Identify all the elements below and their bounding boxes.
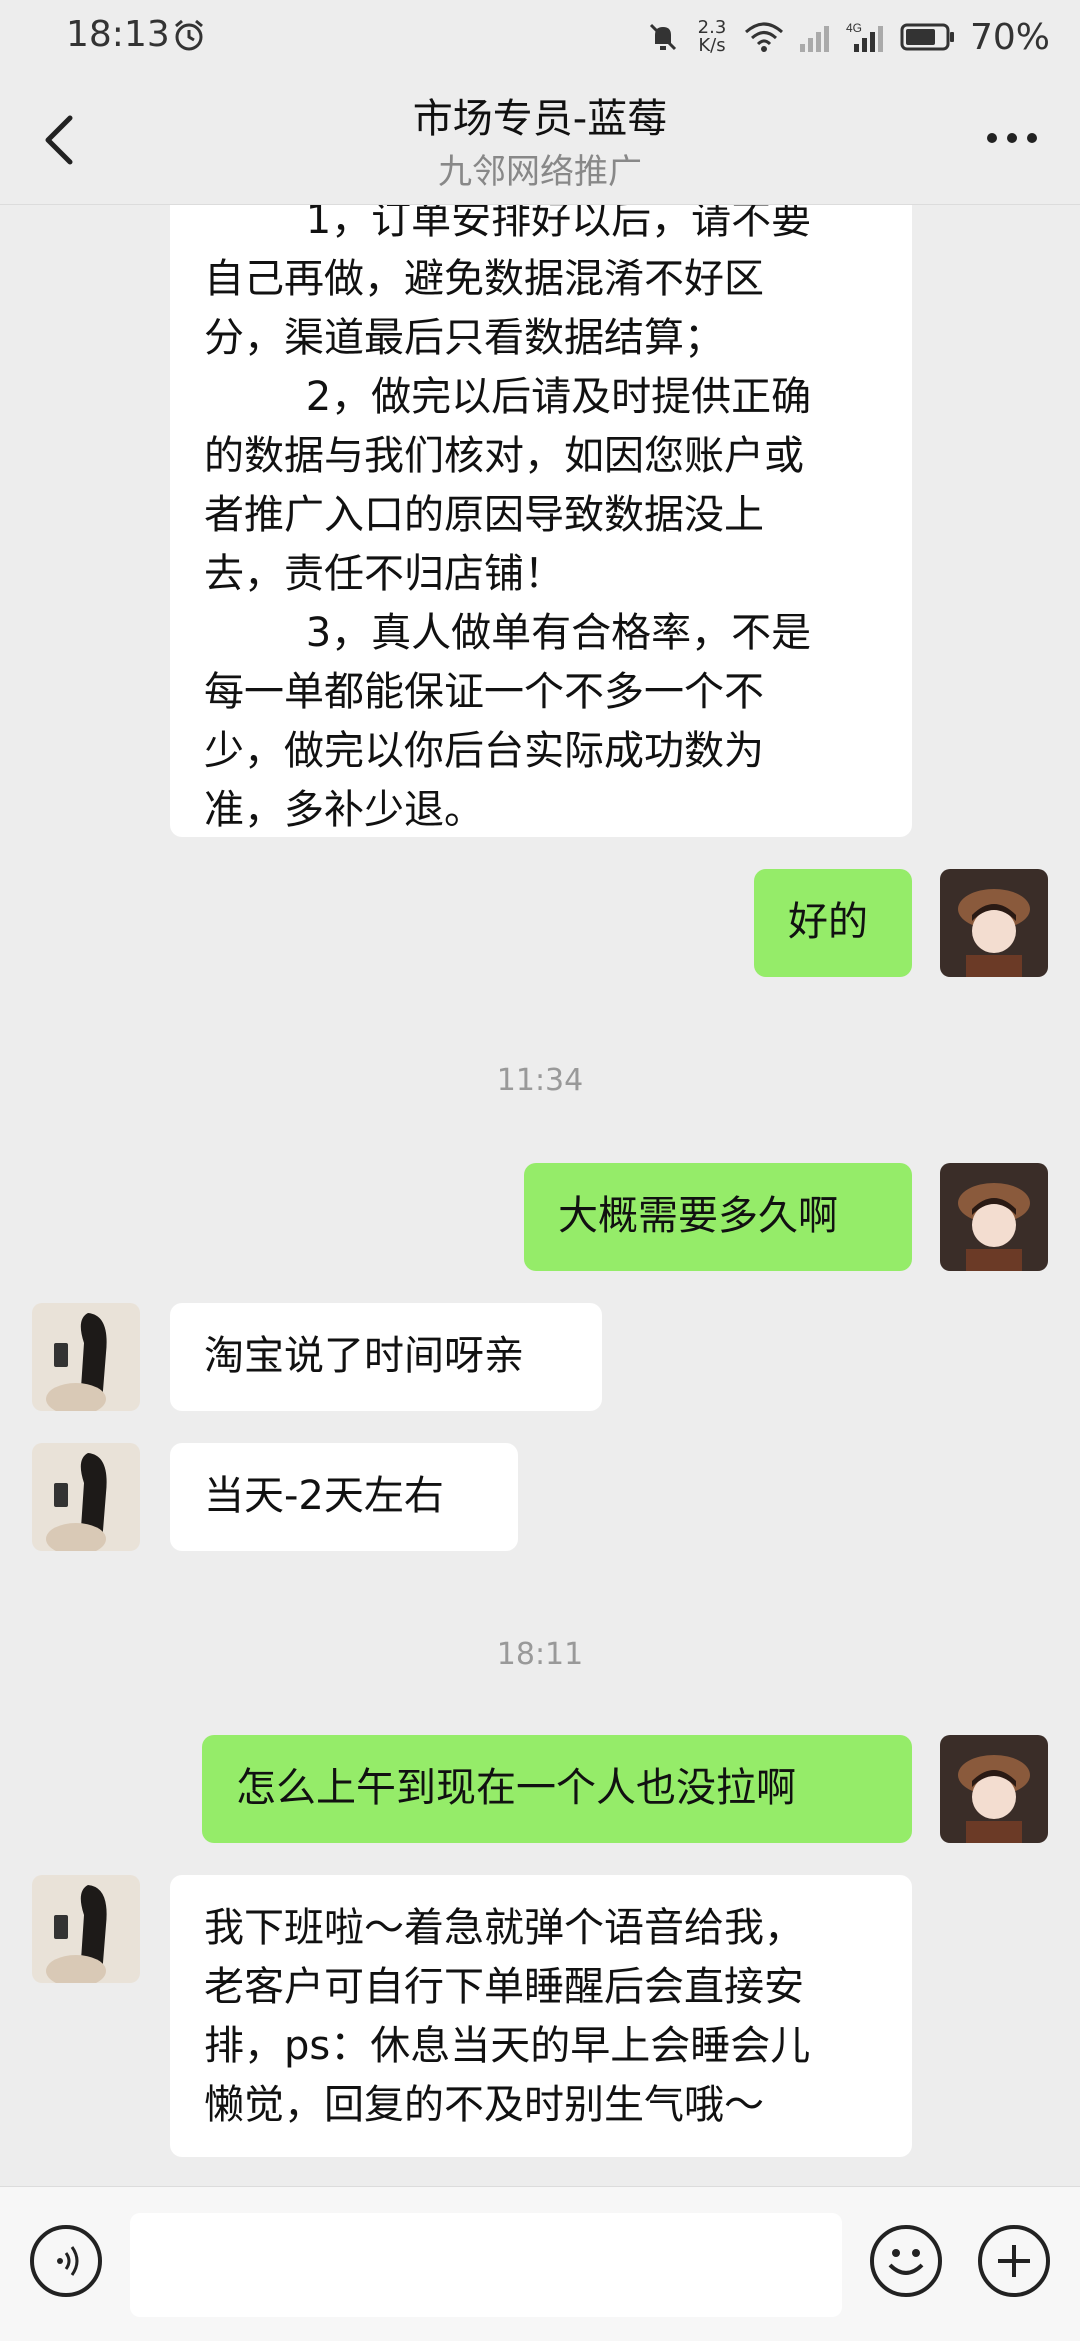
avatar-contact-image (32, 1443, 140, 1551)
add-button[interactable] (978, 2225, 1050, 2297)
avatar-self-image (940, 1735, 1048, 1843)
avatar-contact-image (32, 1875, 140, 1983)
avatar-contact[interactable] (32, 1875, 140, 1983)
avatar-self-image (940, 1163, 1048, 1271)
avatar-contact[interactable] (32, 1443, 140, 1551)
signal-icon (799, 26, 829, 52)
mute-bell-icon (649, 23, 677, 51)
chat-header: 市场专员-蓝莓 九邻网络推广 (0, 76, 1080, 205)
alarm-icon (175, 19, 203, 51)
message-input[interactable] (130, 2213, 842, 2317)
signal-4g-icon: 4G (846, 21, 883, 52)
status-time: 18:13 (66, 14, 170, 55)
message-bubble-outgoing[interactable]: 大概需要多久啊 (524, 1163, 912, 1271)
net-speed: 2.3 K/s (694, 19, 730, 55)
battery-icon (900, 23, 954, 51)
avatar-self[interactable] (940, 1735, 1048, 1843)
timestamp: 18:11 (496, 1637, 584, 1672)
message-bubble-outgoing[interactable]: 好的 (754, 869, 912, 977)
message-bubble-incoming[interactable]: 我下班啦～着急就弹个语音给我， 老客户可自行下单睡醒后会直接安 排，ps：休息当… (170, 1875, 912, 2157)
message-bubble-incoming[interactable]: 淘宝说了时间呀亲 (170, 1303, 602, 1411)
message-list[interactable]: 1，订单安排好以后，请不要 自己再做，避免数据混淆不好区 分，渠道最后只看数据结… (0, 205, 1080, 2185)
voice-button[interactable] (30, 2225, 102, 2297)
message-bubble-incoming[interactable]: 当天-2天左右 (170, 1443, 518, 1551)
avatar-self[interactable] (940, 1163, 1048, 1271)
avatar-self-image (940, 869, 1048, 977)
emoji-icon (888, 2249, 924, 2275)
avatar-self[interactable] (940, 869, 1048, 977)
net-speed-unit: K/s (698, 35, 726, 56)
avatar-contact[interactable] (32, 1303, 140, 1411)
wifi-icon (744, 22, 783, 52)
voice-icon (57, 2246, 79, 2276)
timestamp: 11:34 (496, 1063, 584, 1098)
svg-text:4G: 4G (846, 21, 862, 35)
status-right-group: 2.3 K/s 4G 70% (646, 12, 1050, 62)
input-bar (0, 2186, 1080, 2341)
message-bubble-outgoing[interactable]: 怎么上午到现在一个人也没拉啊 (202, 1735, 912, 1843)
battery-percent: 70% (969, 16, 1050, 58)
emoji-button[interactable] (870, 2225, 942, 2297)
chat-title: 市场专员-蓝莓 (412, 96, 668, 142)
message-bubble-incoming[interactable]: 1，订单安排好以后，请不要 自己再做，避免数据混淆不好区 分，渠道最后只看数据结… (170, 205, 912, 837)
status-bar: 18:13 2.3 K/s 4G 70% (0, 0, 1080, 76)
avatar-contact-image (32, 1303, 140, 1411)
more-dots-icon[interactable] (984, 126, 1040, 150)
chat-subtitle: 九邻网络推广 (438, 152, 642, 192)
plus-icon (998, 2245, 1030, 2277)
